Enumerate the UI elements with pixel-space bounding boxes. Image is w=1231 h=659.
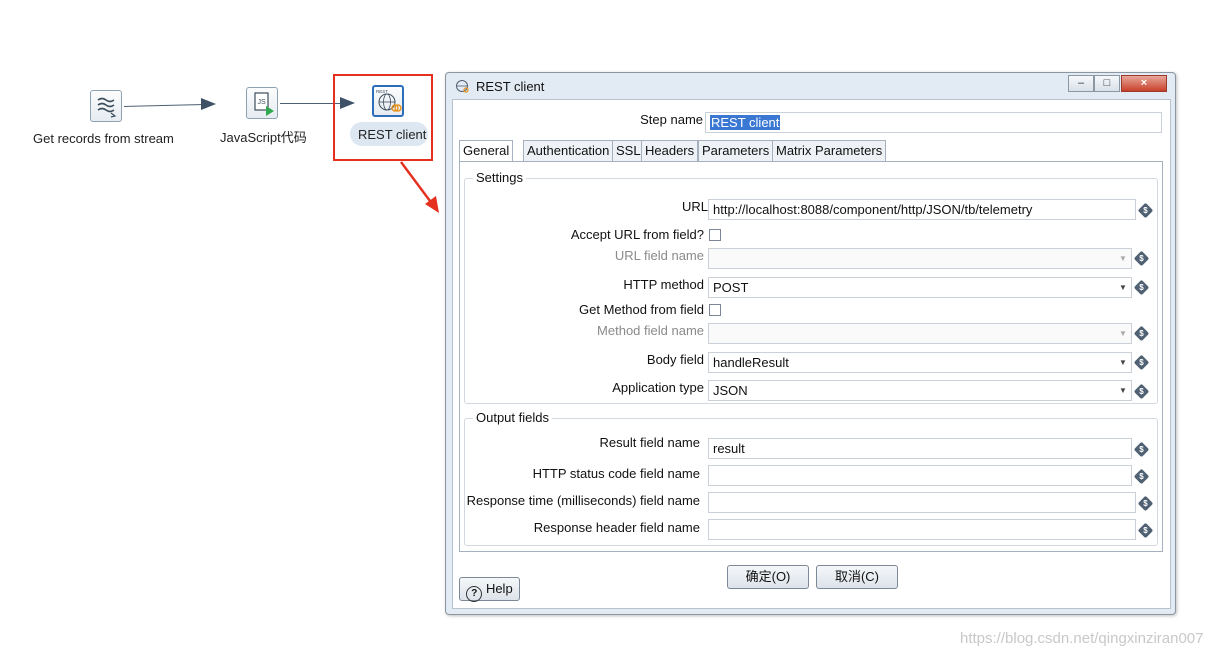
http-method-value: POST (713, 280, 749, 295)
application-type-select[interactable]: JSON ▼ (708, 380, 1132, 401)
response-header-field-label: Response header field name (533, 520, 700, 535)
help-button[interactable]: ? Help (459, 577, 520, 602)
body-field-select[interactable]: handleResult ▼ (708, 352, 1132, 373)
application-type-variable-icon[interactable]: $ (1133, 383, 1150, 400)
watermark: https://blog.csdn.net/qingxinziran007 (960, 630, 1204, 647)
hop-arrow-1 (201, 98, 216, 110)
maximize-button[interactable]: □ (1094, 75, 1120, 92)
cancel-button[interactable]: 取消(C) (816, 565, 898, 589)
step-name-value: REST client (710, 115, 781, 130)
accept-url-label: Accept URL from field? (570, 227, 704, 242)
chevron-down-icon: ▼ (1119, 386, 1127, 395)
stream-icon[interactable] (90, 90, 122, 122)
ok-button[interactable]: 确定(O) (727, 565, 809, 589)
response-time-variable-icon[interactable]: $ (1137, 495, 1154, 512)
dialog-titlebar[interactable]: REST client – □ × (446, 73, 1175, 99)
body-field-label: Body field (646, 352, 704, 367)
hop-line-1[interactable] (124, 104, 205, 107)
result-field-variable-icon[interactable]: $ (1133, 441, 1150, 458)
tab-matrix-parameters[interactable]: Matrix Parameters (772, 140, 887, 161)
pointer-arrow (400, 161, 439, 213)
help-icon: ? (466, 586, 483, 602)
accept-url-checkbox[interactable] (709, 229, 721, 241)
http-method-label: HTTP method (623, 277, 704, 292)
http-method-select[interactable]: POST ▼ (708, 277, 1132, 298)
result-field-label: Result field name (599, 435, 700, 450)
minimize-button[interactable]: – (1068, 75, 1094, 92)
method-field-name-label: Method field name (597, 323, 704, 338)
chevron-down-icon: ▼ (1119, 283, 1127, 292)
step-label-javascript: JavaScript代码 (220, 130, 307, 145)
help-label: Help (485, 581, 513, 596)
dialog-client-area: Step name REST client General Authentica… (452, 99, 1171, 609)
rest-client-dialog: REST client – □ × Step name REST client … (445, 72, 1176, 615)
response-header-variable-icon[interactable]: $ (1137, 522, 1154, 539)
body-field-variable-icon[interactable]: $ (1133, 354, 1150, 371)
url-field-name-select[interactable]: ▼ (708, 248, 1132, 269)
chevron-down-icon: ▼ (1119, 329, 1127, 338)
response-time-field-label: Response time (milliseconds) field name (466, 493, 700, 508)
body-field-value: handleResult (713, 355, 789, 370)
output-fields-title: Output fields (473, 410, 552, 425)
get-method-label: Get Method from field (579, 302, 704, 317)
method-field-variable-icon[interactable]: $ (1133, 325, 1150, 342)
tab-general[interactable]: General (459, 140, 514, 162)
tab-parameters[interactable]: Parameters (698, 140, 774, 161)
status-code-variable-icon[interactable]: $ (1133, 468, 1150, 485)
status-code-field-label: HTTP status code field name (532, 466, 700, 481)
step-label-get-records: Get records from stream (33, 131, 174, 146)
settings-group: Settings URL http://localhost:8088/compo… (464, 170, 1158, 404)
step-name-label: Step name (640, 112, 703, 127)
status-code-field-input[interactable] (708, 465, 1132, 486)
url-label: URL (681, 199, 708, 214)
http-method-variable-icon[interactable]: $ (1133, 279, 1150, 296)
url-input[interactable]: http://localhost:8088/component/http/JSO… (708, 199, 1136, 220)
chevron-down-icon: ▼ (1119, 358, 1127, 367)
close-button[interactable]: × (1121, 75, 1167, 92)
svg-text:JS: JS (258, 99, 267, 106)
chevron-down-icon: ▼ (1119, 254, 1127, 263)
tab-authentication[interactable]: Authentication (523, 140, 614, 161)
application-type-label: Application type (612, 380, 704, 395)
application-type-value: JSON (713, 383, 748, 398)
step-name-input[interactable]: REST client (705, 112, 1162, 133)
tab-ssl[interactable]: SSL (612, 140, 645, 161)
tab-headers[interactable]: Headers (641, 140, 699, 161)
javascript-icon[interactable]: JS (246, 87, 278, 119)
response-time-field-input[interactable] (708, 492, 1136, 513)
settings-group-title: Settings (473, 170, 526, 185)
url-field-name-label: URL field name (614, 248, 704, 263)
url-variable-icon[interactable]: $ (1137, 202, 1154, 219)
method-field-name-select[interactable]: ▼ (708, 323, 1132, 344)
tab-panel: Settings URL http://localhost:8088/compo… (459, 161, 1163, 552)
response-header-field-input[interactable] (708, 519, 1136, 540)
dialog-app-icon (456, 80, 469, 93)
result-field-input[interactable]: result (708, 438, 1132, 459)
output-fields-group: Output fields Result field name result $… (464, 410, 1158, 546)
url-field-variable-icon[interactable]: $ (1133, 250, 1150, 267)
get-method-checkbox[interactable] (709, 304, 721, 316)
dialog-title: REST client (476, 79, 545, 94)
highlight-box (333, 74, 433, 161)
